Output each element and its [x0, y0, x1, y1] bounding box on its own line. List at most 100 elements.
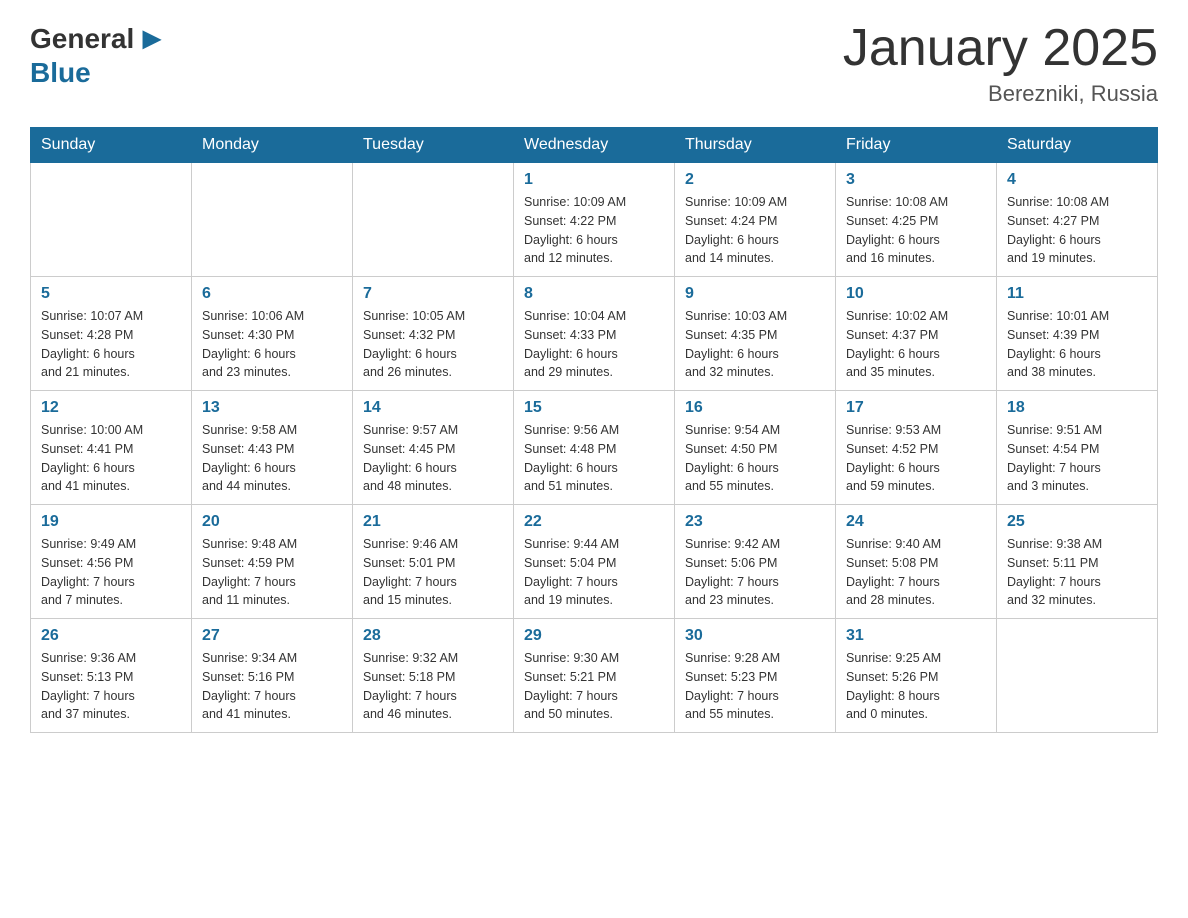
- day-info: Sunrise: 9:44 AMSunset: 5:04 PMDaylight:…: [524, 535, 664, 610]
- title-section: January 2025 Berezniki, Russia: [843, 20, 1158, 107]
- day-info: Sunrise: 10:09 AMSunset: 4:24 PMDaylight…: [685, 193, 825, 268]
- day-number: 20: [202, 513, 342, 531]
- day-number: 28: [363, 627, 503, 645]
- day-number: 13: [202, 399, 342, 417]
- day-info: Sunrise: 9:32 AMSunset: 5:18 PMDaylight:…: [363, 649, 503, 724]
- calendar-header-tuesday: Tuesday: [353, 128, 514, 163]
- day-number: 29: [524, 627, 664, 645]
- day-number: 30: [685, 627, 825, 645]
- calendar-cell-week3-day3: 14Sunrise: 9:57 AMSunset: 4:45 PMDayligh…: [353, 391, 514, 505]
- day-number: 18: [1007, 399, 1147, 417]
- day-info: Sunrise: 9:40 AMSunset: 5:08 PMDaylight:…: [846, 535, 986, 610]
- day-number: 4: [1007, 171, 1147, 189]
- calendar-cell-week4-day2: 20 Sunrise: 9:48 AMSunset: 4:59 PMDayligh…: [192, 505, 353, 619]
- day-number: 19: [41, 513, 181, 531]
- day-number: 14: [363, 399, 503, 417]
- page-header: General ► Blue January 2025 Berezniki, R…: [30, 20, 1158, 107]
- calendar-week-5: 26 Sunrise: 9:36 AMSunset: 5:13 PMDayligh…: [31, 619, 1158, 733]
- day-info: Sunrise: 10:04 AMSunset: 4:33 PMDaylight…: [524, 307, 664, 382]
- calendar-cell-week3-day2: 13Sunrise: 9:58 AMSunset: 4:43 PMDayligh…: [192, 391, 353, 505]
- day-info: Sunrise: 9:53 AMSunset: 4:52 PMDaylight:…: [846, 421, 986, 496]
- day-info: Sunrise: 9:56 AMSunset: 4:48 PMDaylight:…: [524, 421, 664, 496]
- day-number: 21: [363, 513, 503, 531]
- day-number: 6: [202, 285, 342, 303]
- calendar-header-saturday: Saturday: [997, 128, 1158, 163]
- day-number: 3: [846, 171, 986, 189]
- calendar-cell-week2-day5: 9 Sunrise: 10:03 AMSunset: 4:35 PMDayligh…: [675, 277, 836, 391]
- day-number: 10: [846, 285, 986, 303]
- day-info: Sunrise: 9:36 AMSunset: 5:13 PMDaylight:…: [41, 649, 181, 724]
- day-info: Sunrise: 9:34 AMSunset: 5:16 PMDaylight:…: [202, 649, 342, 724]
- day-info: Sunrise: 10:01 AMSunset: 4:39 PMDaylight…: [1007, 307, 1147, 382]
- calendar-cell-week2-day7: 11 Sunrise: 10:01 AMSunset: 4:39 PMDaylig…: [997, 277, 1158, 391]
- calendar-cell-week4-day1: 19 Sunrise: 9:49 AMSunset: 4:56 PMDayligh…: [31, 505, 192, 619]
- day-info: Sunrise: 9:42 AMSunset: 5:06 PMDaylight:…: [685, 535, 825, 610]
- day-number: 2: [685, 171, 825, 189]
- calendar-header-sunday: Sunday: [31, 128, 192, 163]
- calendar-cell-week1-day4: 1 Sunrise: 10:09 AMSunset: 4:22 PMDayligh…: [514, 163, 675, 277]
- calendar-header-wednesday: Wednesday: [514, 128, 675, 163]
- day-number: 22: [524, 513, 664, 531]
- logo: General ► Blue: [30, 20, 168, 89]
- calendar-cell-week5-day1: 26 Sunrise: 9:36 AMSunset: 5:13 PMDayligh…: [31, 619, 192, 733]
- calendar-cell-week4-day4: 22 Sunrise: 9:44 AMSunset: 5:04 PMDayligh…: [514, 505, 675, 619]
- day-info: Sunrise: 9:51 AMSunset: 4:54 PMDaylight:…: [1007, 421, 1147, 496]
- calendar-cell-week1-day3: [353, 163, 514, 277]
- day-number: 23: [685, 513, 825, 531]
- day-info: Sunrise: 9:54 AMSunset: 4:50 PMDaylight:…: [685, 421, 825, 496]
- logo-general-text: General: [30, 23, 134, 55]
- day-info: Sunrise: 9:48 AMSunset: 4:59 PMDaylight:…: [202, 535, 342, 610]
- day-number: 12: [41, 399, 181, 417]
- day-info: Sunrise: 9:49 AMSunset: 4:56 PMDaylight:…: [41, 535, 181, 610]
- day-info: Sunrise: 9:25 AMSunset: 5:26 PMDaylight:…: [846, 649, 986, 724]
- calendar-cell-week2-day3: 7Sunrise: 10:05 AMSunset: 4:32 PMDayligh…: [353, 277, 514, 391]
- day-info: Sunrise: 10:06 AMSunset: 4:30 PMDaylight…: [202, 307, 342, 382]
- calendar-cell-week2-day1: 5Sunrise: 10:07 AMSunset: 4:28 PMDayligh…: [31, 277, 192, 391]
- calendar-cell-week2-day2: 6 Sunrise: 10:06 AMSunset: 4:30 PMDayligh…: [192, 277, 353, 391]
- day-number: 7: [363, 285, 503, 303]
- calendar-table: SundayMondayTuesdayWednesdayThursdayFrid…: [30, 127, 1158, 733]
- day-number: 9: [685, 285, 825, 303]
- calendar-cell-week5-day5: 30 Sunrise: 9:28 AMSunset: 5:23 PMDayligh…: [675, 619, 836, 733]
- logo-arrow-icon: ►: [136, 20, 168, 57]
- calendar-cell-week5-day3: 28 Sunrise: 9:32 AMSunset: 5:18 PMDayligh…: [353, 619, 514, 733]
- month-title: January 2025: [843, 20, 1158, 77]
- day-info: Sunrise: 9:38 AMSunset: 5:11 PMDaylight:…: [1007, 535, 1147, 610]
- calendar-cell-week1-day1: [31, 163, 192, 277]
- calendar-week-1: 1 Sunrise: 10:09 AMSunset: 4:22 PMDayligh…: [31, 163, 1158, 277]
- day-info: Sunrise: 9:28 AMSunset: 5:23 PMDaylight:…: [685, 649, 825, 724]
- day-info: Sunrise: 10:08 AMSunset: 4:25 PMDaylight…: [846, 193, 986, 268]
- calendar-cell-week5-day6: 31Sunrise: 9:25 AMSunset: 5:26 PMDayligh…: [836, 619, 997, 733]
- day-number: 15: [524, 399, 664, 417]
- day-info: Sunrise: 10:03 AMSunset: 4:35 PMDaylight…: [685, 307, 825, 382]
- calendar-cell-week1-day5: 2 Sunrise: 10:09 AMSunset: 4:24 PMDayligh…: [675, 163, 836, 277]
- day-number: 1: [524, 171, 664, 189]
- calendar-cell-week2-day6: 10 Sunrise: 10:02 AMSunset: 4:37 PMDaylig…: [836, 277, 997, 391]
- day-number: 25: [1007, 513, 1147, 531]
- day-info: Sunrise: 10:09 AMSunset: 4:22 PMDaylight…: [524, 193, 664, 268]
- day-number: 16: [685, 399, 825, 417]
- calendar-header-thursday: Thursday: [675, 128, 836, 163]
- day-number: 5: [41, 285, 181, 303]
- day-number: 11: [1007, 285, 1147, 303]
- logo-blue-text: Blue: [30, 57, 91, 89]
- calendar-cell-week4-day3: 21 Sunrise: 9:46 AMSunset: 5:01 PMDayligh…: [353, 505, 514, 619]
- day-number: 8: [524, 285, 664, 303]
- day-number: 26: [41, 627, 181, 645]
- calendar-cell-week1-day6: 3 Sunrise: 10:08 AMSunset: 4:25 PMDayligh…: [836, 163, 997, 277]
- calendar-cell-week1-day2: [192, 163, 353, 277]
- calendar-cell-week2-day4: 8 Sunrise: 10:04 AMSunset: 4:33 PMDayligh…: [514, 277, 675, 391]
- day-info: Sunrise: 9:46 AMSunset: 5:01 PMDaylight:…: [363, 535, 503, 610]
- day-info: Sunrise: 10:00 AMSunset: 4:41 PMDaylight…: [41, 421, 181, 496]
- calendar-cell-week4-day6: 24Sunrise: 9:40 AMSunset: 5:08 PMDayligh…: [836, 505, 997, 619]
- location-title: Berezniki, Russia: [843, 81, 1158, 107]
- day-info: Sunrise: 10:02 AMSunset: 4:37 PMDaylight…: [846, 307, 986, 382]
- calendar-cell-week3-day6: 17Sunrise: 9:53 AMSunset: 4:52 PMDayligh…: [836, 391, 997, 505]
- calendar-header-row: SundayMondayTuesdayWednesdayThursdayFrid…: [31, 128, 1158, 163]
- calendar-cell-week1-day7: 4Sunrise: 10:08 AMSunset: 4:27 PMDayligh…: [997, 163, 1158, 277]
- day-info: Sunrise: 9:30 AMSunset: 5:21 PMDaylight:…: [524, 649, 664, 724]
- calendar-cell-week3-day4: 15 Sunrise: 9:56 AMSunset: 4:48 PMDayligh…: [514, 391, 675, 505]
- calendar-cell-week5-day4: 29 Sunrise: 9:30 AMSunset: 5:21 PMDayligh…: [514, 619, 675, 733]
- calendar-cell-week3-day1: 12 Sunrise: 10:00 AMSunset: 4:41 PMDaylig…: [31, 391, 192, 505]
- calendar-cell-week4-day7: 25 Sunrise: 9:38 AMSunset: 5:11 PMDayligh…: [997, 505, 1158, 619]
